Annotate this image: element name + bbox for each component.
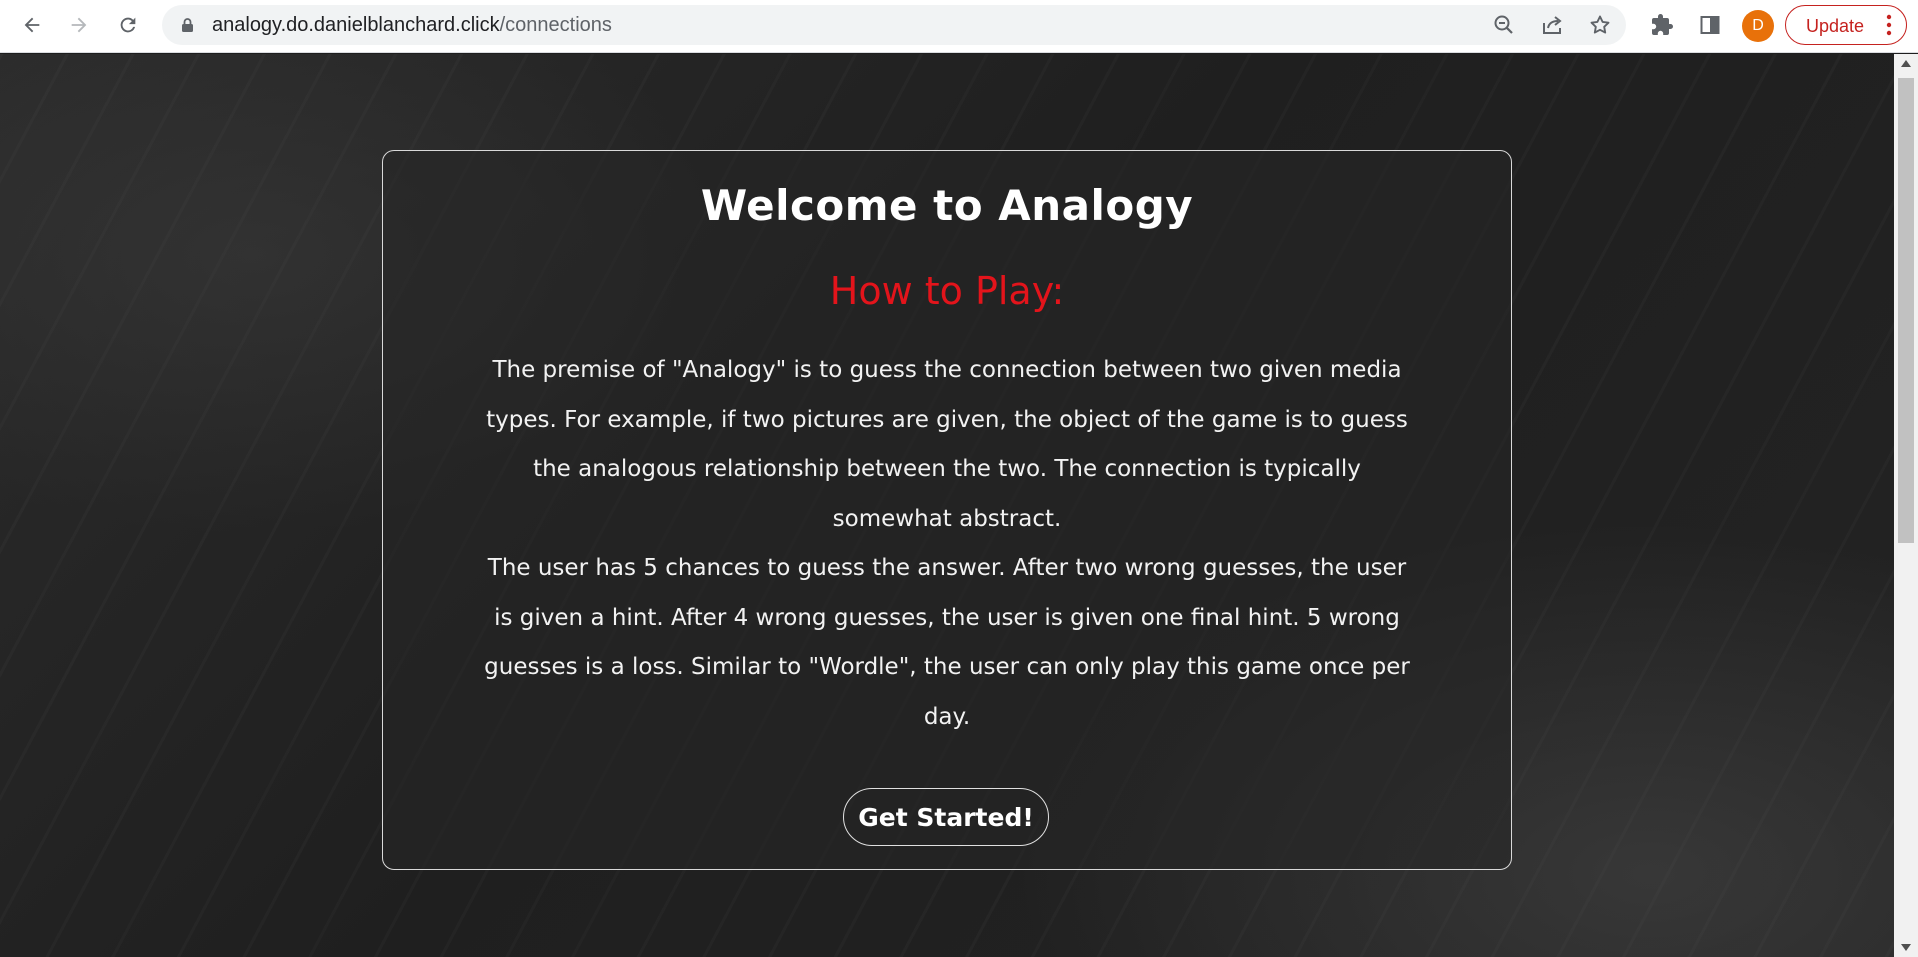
scrollbar-thumb[interactable] <box>1898 78 1914 543</box>
instructions-paragraph-1: The premise of "Analogy" is to guess the… <box>486 357 1408 532</box>
scroll-up-arrow-icon[interactable] <box>1901 60 1911 67</box>
update-label: Update <box>1806 16 1865 36</box>
scroll-down-arrow-icon[interactable] <box>1901 944 1911 951</box>
get-started-button[interactable]: Get Started! <box>843 788 1049 846</box>
url-host: analogy.do.danielblanchard.click <box>212 14 500 36</box>
back-button[interactable] <box>15 8 49 42</box>
share-icon[interactable] <box>1540 13 1564 37</box>
address-bar[interactable]: analogy.do.danielblanchard.click/connect… <box>162 5 1626 45</box>
how-to-play-heading: How to Play: <box>829 269 1065 313</box>
update-button[interactable]: Update <box>1785 5 1907 45</box>
browser-toolbar: analogy.do.danielblanchard.click/connect… <box>0 0 1918 53</box>
star-bookmark-icon[interactable] <box>1588 13 1612 37</box>
url-path: /connections <box>499 14 612 36</box>
kebab-menu-icon <box>1886 14 1892 36</box>
zoom-out-icon[interactable] <box>1492 13 1516 37</box>
side-panel-icon[interactable] <box>1698 13 1722 37</box>
reload-icon <box>120 17 136 33</box>
instructions-text: The premise of "Analogy" is to guess the… <box>483 346 1411 742</box>
page-scrollbar[interactable] <box>1894 54 1918 957</box>
page-title: Welcome to Analogy <box>700 181 1194 230</box>
reload-button[interactable] <box>111 8 145 42</box>
forward-button[interactable] <box>62 8 96 42</box>
instructions-paragraph-2: The user has 5 chances to guess the answ… <box>484 555 1410 730</box>
url-text[interactable]: analogy.do.danielblanchard.click/connect… <box>212 5 612 45</box>
page-background: Welcome to Analogy How to Play: The prem… <box>0 54 1894 957</box>
extensions-puzzle-icon[interactable] <box>1650 13 1674 37</box>
back-arrow-icon <box>24 17 40 33</box>
lock-icon[interactable] <box>180 17 195 33</box>
profile-avatar[interactable]: D <box>1742 10 1774 42</box>
forward-arrow-icon <box>71 17 87 33</box>
welcome-card: Welcome to Analogy How to Play: The prem… <box>382 150 1512 870</box>
